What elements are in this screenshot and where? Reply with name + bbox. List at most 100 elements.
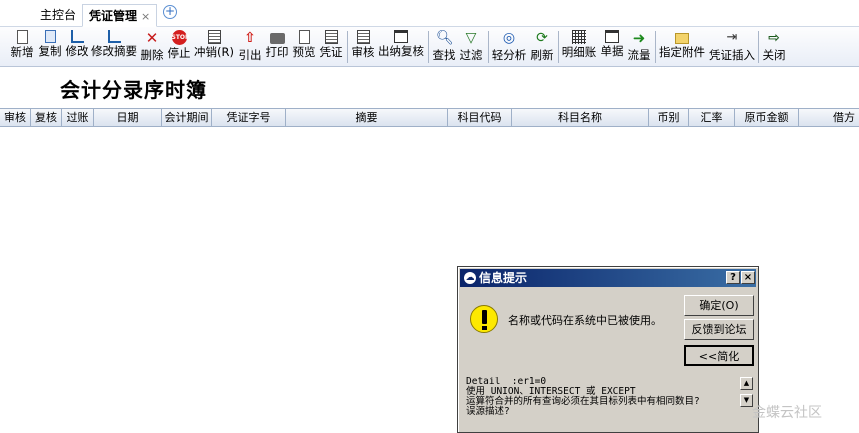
export-icon: ⇧: [244, 30, 256, 46]
toolbar: 新增 复制 修改 修改摘要 ✕ 删除 STOP 停止 冲销(R) ⇧ 引出 打印 预览…: [0, 27, 859, 67]
voucher-button[interactable]: 凭证: [318, 29, 344, 65]
delete-icon: ✕: [145, 29, 159, 47]
find-button[interactable]: 🔍︎ 查找: [431, 29, 457, 65]
dialog-title: 信息提示: [479, 271, 528, 285]
tab-voucher-management[interactable]: 凭证管理 ×: [82, 4, 158, 27]
reverse-button[interactable]: 冲销(R): [193, 29, 235, 65]
detail-ledger-label: 明细账: [561, 45, 597, 59]
attachment-label: 指定附件: [659, 45, 705, 59]
edit-summary-icon: [107, 30, 121, 43]
attachment-icon: [675, 33, 689, 44]
copy-button[interactable]: 复制: [37, 29, 63, 65]
filter-icon: ▽: [465, 30, 477, 46]
detail-ledger-button[interactable]: 明细账: [561, 29, 597, 65]
document-label: 单据: [600, 44, 624, 58]
tab-bar: 主控台 凭证管理 × +: [0, 0, 859, 27]
refresh-button[interactable]: ⟳ 刷新: [529, 29, 555, 65]
find-label: 查找: [432, 48, 456, 62]
document-icon: [605, 30, 619, 43]
insert-voucher-button[interactable]: ⇥ 凭证插入: [708, 29, 756, 65]
edit-button[interactable]: 修改: [64, 29, 90, 65]
close-label: 关闭: [762, 48, 786, 62]
dialog-title-bar[interactable]: ☁ 信息提示 ? ×: [460, 269, 756, 287]
flow-icon: ➜: [632, 29, 646, 47]
column-header[interactable]: 审核: [0, 109, 31, 126]
feedback-button[interactable]: 反馈到论坛: [684, 319, 754, 340]
close-exit-icon: ⇨: [768, 30, 780, 46]
column-header[interactable]: 科目名称: [512, 109, 649, 126]
stop-label: 停止: [167, 46, 191, 60]
add-tab-icon[interactable]: +: [163, 5, 177, 19]
attachment-button[interactable]: 指定附件: [658, 29, 706, 65]
tab-voucher-label: 凭证管理: [89, 9, 138, 23]
table-header: 审核 复核 过账 日期 会计期间 凭证字号 摘要 科目代码 科目名称 币别 汇率…: [0, 108, 859, 127]
new-doc-icon: [16, 30, 28, 44]
audit-icon: [356, 30, 370, 44]
column-header[interactable]: 原币金额: [735, 109, 799, 126]
column-header[interactable]: 摘要: [286, 109, 448, 126]
error-detail-text: Detail :er1=0 使用 UNION、INTERSECT 或 EXCEP…: [466, 377, 700, 417]
column-header[interactable]: 复核: [31, 109, 62, 126]
new-label: 新增: [10, 45, 34, 59]
cashier-review-icon: [394, 30, 408, 43]
analysis-button[interactable]: ◎ 轻分析: [491, 29, 527, 65]
export-label: 引出: [238, 48, 262, 62]
print-button[interactable]: 打印: [264, 29, 290, 65]
info-dialog: ☁ 信息提示 ? × 名称或代码在系统中已被使用。 确定(O) 反馈到论坛 <<…: [457, 266, 759, 433]
refresh-icon: ⟳: [536, 30, 548, 46]
flow-button[interactable]: ➜ 流量: [626, 29, 652, 65]
delete-button[interactable]: ✕ 删除: [139, 29, 165, 65]
column-header[interactable]: 币别: [649, 109, 689, 126]
reverse-label: 冲销(R): [194, 45, 234, 59]
flow-label: 流量: [627, 48, 651, 62]
preview-icon: [298, 30, 310, 44]
simplify-button[interactable]: <<简化: [684, 345, 754, 366]
column-header[interactable]: 科目代码: [448, 109, 512, 126]
export-button[interactable]: ⇧ 引出: [237, 29, 263, 65]
column-header[interactable]: 借方: [799, 109, 859, 126]
scroll-up-icon[interactable]: ▲: [740, 377, 753, 390]
audit-label: 审核: [351, 45, 375, 59]
stop-icon: STOP: [171, 30, 189, 45]
copy-label: 复制: [38, 44, 62, 58]
delete-label: 删除: [140, 48, 164, 62]
new-button[interactable]: 新增: [10, 29, 34, 65]
close-button[interactable]: ⇨ 关闭: [761, 29, 787, 65]
preview-label: 预览: [292, 45, 316, 59]
insert-voucher-label: 凭证插入: [709, 48, 755, 62]
detail-ledger-icon: [572, 30, 586, 44]
filter-button[interactable]: ▽ 过滤: [458, 29, 484, 65]
preview-button[interactable]: 预览: [291, 29, 317, 65]
info-icon: ☁: [464, 272, 476, 284]
help-button[interactable]: ?: [726, 271, 740, 284]
voucher-icon: [324, 30, 338, 44]
refresh-label: 刷新: [530, 48, 554, 62]
edit-summary-label: 修改摘要: [91, 44, 137, 58]
cashier-review-label: 出纳复核: [378, 44, 424, 58]
toolbar-separator: [758, 31, 759, 63]
analysis-icon: ◎: [502, 30, 516, 46]
copy-icon: [44, 30, 56, 43]
voucher-label: 凭证: [319, 45, 343, 59]
warning-icon: [470, 305, 498, 333]
toolbar-separator: [558, 31, 559, 63]
edit-summary-button[interactable]: 修改摘要: [91, 29, 137, 65]
column-header[interactable]: 会计期间: [162, 109, 212, 126]
column-header[interactable]: 过账: [62, 109, 94, 126]
column-header[interactable]: 汇率: [689, 109, 735, 126]
column-header[interactable]: 日期: [94, 109, 162, 126]
cashier-review-button[interactable]: 出纳复核: [378, 29, 424, 65]
stop-button[interactable]: STOP 停止: [166, 29, 192, 65]
print-label: 打印: [265, 45, 289, 59]
toolbar-separator: [655, 31, 656, 63]
ok-button[interactable]: 确定(O): [684, 295, 754, 316]
tab-console[interactable]: 主控台: [34, 4, 82, 27]
column-header[interactable]: 凭证字号: [212, 109, 286, 126]
audit-button[interactable]: 审核: [350, 29, 376, 65]
document-button[interactable]: 单据: [599, 29, 625, 65]
find-icon: 🔍︎: [436, 30, 454, 46]
dialog-close-button[interactable]: ×: [741, 271, 755, 284]
tab-close-icon[interactable]: ×: [141, 10, 150, 23]
tab-console-label: 主控台: [40, 8, 77, 22]
reverse-icon: [207, 30, 221, 44]
